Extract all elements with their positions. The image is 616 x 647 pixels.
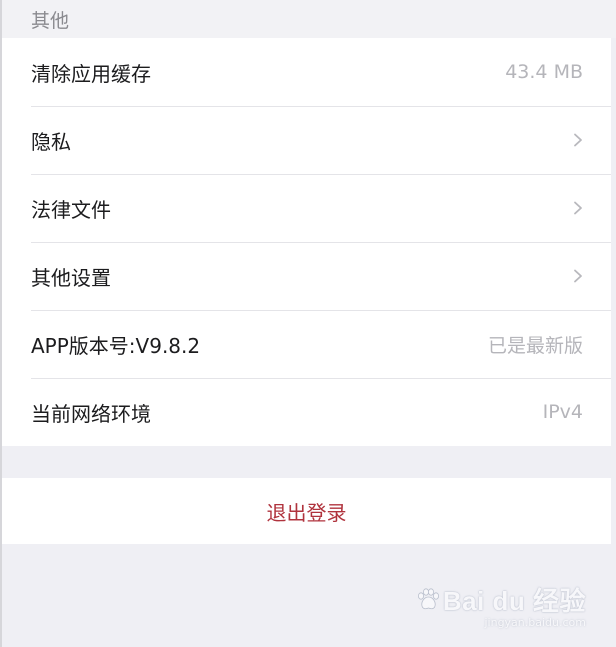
settings-row-clear-cache[interactable]: 清除应用缓存 43.4 MB: [2, 38, 611, 106]
row-label: 其他设置: [31, 265, 111, 290]
settings-row-legal[interactable]: 法律文件: [2, 174, 611, 242]
logout-label: 退出登录: [266, 500, 347, 525]
settings-group: 清除应用缓存 43.4 MB 隐私 法律文件 其他设置 APP版本号:V9.8.…: [2, 38, 611, 446]
row-label: 当前网络环境: [31, 401, 151, 426]
watermark-url: jingyan.baidu.com: [484, 616, 586, 629]
chevron-right-icon: [574, 133, 582, 147]
watermark-brand: Bai du 经验: [442, 586, 586, 616]
chevron-right-icon: [574, 201, 582, 215]
network-value: IPv4: [542, 401, 583, 423]
section-title: 其他: [31, 10, 70, 32]
section-header: 其他: [0, 0, 616, 38]
settings-screen: 其他 清除应用缓存 43.4 MB 隐私 法律文件 其他设置 APP版本号:V9…: [0, 0, 616, 647]
settings-row-other[interactable]: 其他设置: [2, 242, 611, 310]
chevron-right-icon: [574, 269, 582, 283]
row-label: 法律文件: [31, 197, 111, 222]
settings-row-version[interactable]: APP版本号:V9.8.2 已是最新版: [2, 310, 611, 378]
cache-size-value: 43.4 MB: [505, 61, 583, 83]
settings-row-network: 当前网络环境 IPv4: [2, 378, 611, 446]
watermark-logo: Bai du 经验: [415, 581, 586, 618]
settings-row-privacy[interactable]: 隐私: [2, 106, 611, 174]
row-label: 隐私: [31, 129, 71, 154]
row-label: 清除应用缓存: [31, 61, 151, 86]
paw-icon: [417, 587, 439, 609]
logout-button[interactable]: 退出登录: [2, 478, 611, 544]
version-status-value: 已是最新版: [487, 334, 583, 357]
watermark: Bai du 经验 jingyan.baidu.com: [415, 581, 586, 629]
row-label: APP版本号:V9.8.2: [31, 333, 201, 358]
